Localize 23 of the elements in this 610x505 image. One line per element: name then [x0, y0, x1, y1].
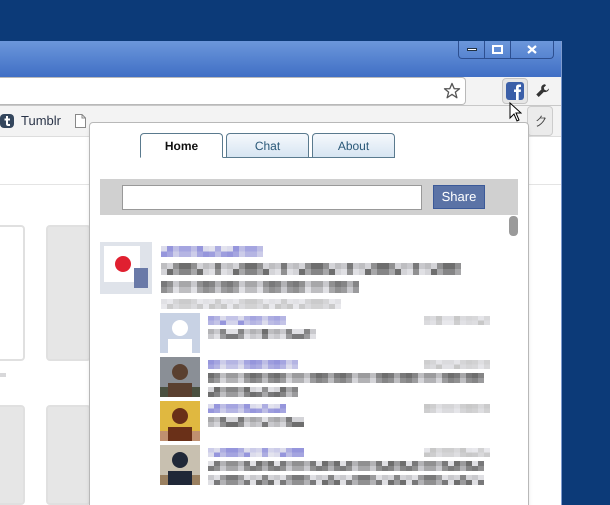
pixelated-caption [0, 373, 6, 377]
share-input-field[interactable] [122, 184, 422, 210]
bookmark-link[interactable]: Tumblr [0, 111, 61, 131]
page-icon[interactable] [74, 114, 86, 128]
thumbnail-tile[interactable] [46, 225, 91, 361]
pixelated-time [424, 448, 490, 457]
scrollbar-thumb[interactable] [509, 216, 518, 236]
popup-tab[interactable]: About [312, 133, 395, 157]
share-button[interactable]: Share [433, 185, 485, 209]
bookmark-folder-button[interactable]: ク [527, 106, 553, 136]
popup-tab[interactable]: Chat [226, 133, 309, 157]
facebook-icon [506, 82, 524, 100]
maximize-icon [492, 45, 503, 54]
close-icon [527, 45, 537, 54]
facebook-extension-button[interactable] [502, 78, 528, 104]
star-icon[interactable] [443, 82, 461, 100]
minimize-icon [466, 48, 476, 51]
popup-tab[interactable]: Home [140, 133, 223, 158]
thumbnail-tile[interactable] [46, 405, 91, 505]
pixelated-time [424, 316, 490, 325]
pixelated-time [424, 404, 490, 413]
wrench-icon[interactable] [534, 82, 552, 100]
pixelated-time [424, 360, 490, 369]
